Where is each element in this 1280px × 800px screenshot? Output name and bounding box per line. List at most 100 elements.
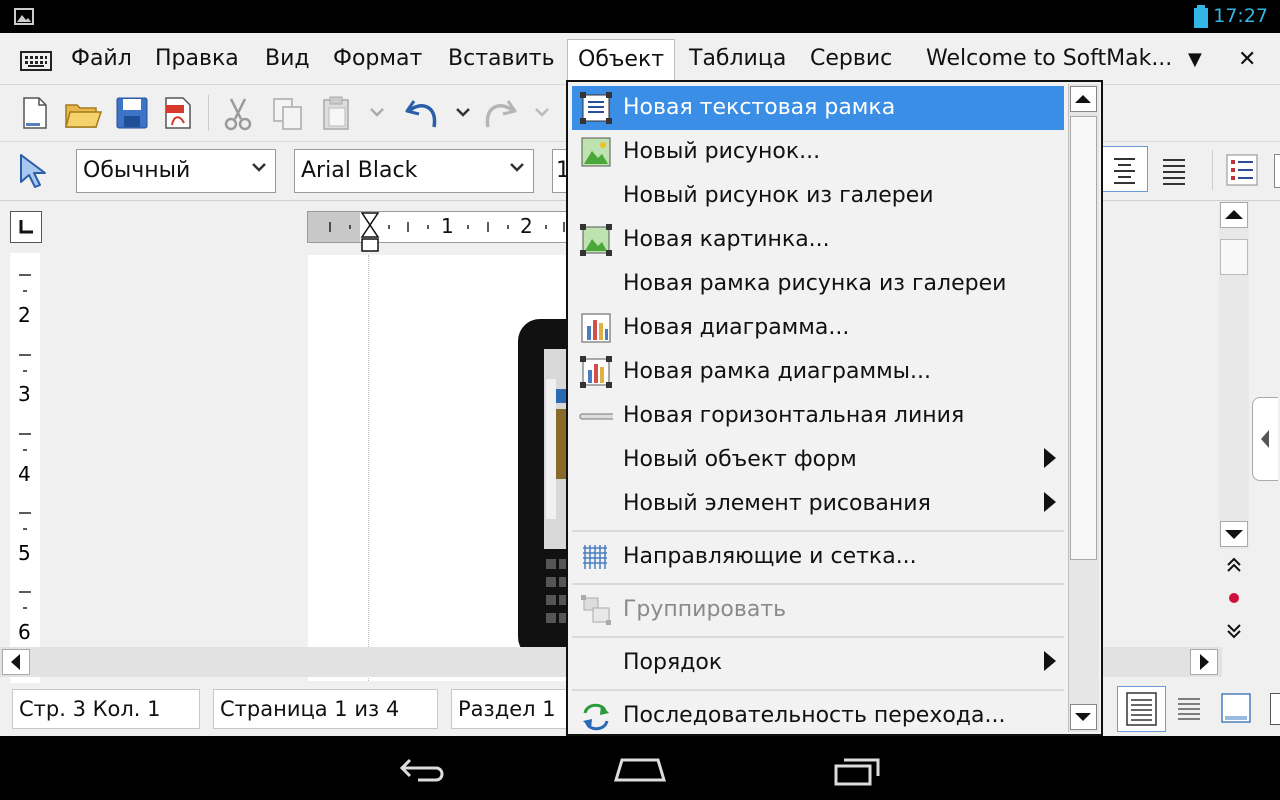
menu-item-new-chart[interactable]: Новая диаграмма... — [572, 306, 1064, 350]
next-page-icon[interactable] — [1222, 621, 1246, 641]
new-document-icon[interactable] — [22, 97, 48, 129]
ruler-label: 5 — [18, 541, 31, 565]
vertical-scrollbar[interactable] — [1219, 201, 1249, 549]
menu-object[interactable]: Объект — [567, 39, 676, 83]
selection-pointer-icon[interactable] — [18, 152, 52, 190]
menu-edit[interactable]: Правка — [155, 46, 239, 71]
section-field: Раздел 1 — [451, 689, 567, 729]
export-pdf-icon[interactable] — [164, 97, 192, 129]
text-frame-icon — [580, 92, 612, 124]
recent-apps-icon[interactable] — [832, 754, 882, 788]
menu-item-new-form-object[interactable]: Новый объект форм — [572, 438, 1064, 482]
toolbar-separator — [208, 95, 209, 131]
gallery-notification-icon — [14, 8, 34, 25]
menu-insert[interactable]: Вставить — [448, 46, 555, 71]
menu-item-label: Новый рисунок... — [623, 139, 821, 164]
menu-tools[interactable]: Сервис — [810, 46, 892, 71]
font-family-combo[interactable]: Arial Black — [294, 149, 534, 193]
grid-icon — [583, 545, 607, 569]
indent-marker-icon[interactable] — [360, 212, 380, 256]
scroll-left-button[interactable] — [2, 649, 30, 675]
previous-page-icon[interactable] — [1222, 555, 1246, 575]
menu-item-guides-and-grid[interactable]: Направляющие и сетка... — [572, 535, 1064, 579]
page-view-icon — [1126, 692, 1157, 726]
menu-item-label: Новая рамка диаграммы... — [623, 359, 932, 384]
menu-item-label: Новая картинка... — [623, 227, 830, 252]
undo-icon[interactable] — [404, 97, 440, 131]
tab-stop-selector[interactable] — [10, 211, 42, 243]
menu-bar: Файл Правка Вид Формат Вставить Объект Т… — [0, 33, 1280, 85]
menu-item-label: Новая горизонтальная линия — [623, 403, 965, 428]
vertical-ruler[interactable]: 2 3 4 5 6 — [10, 253, 40, 683]
horizontal-ruler[interactable]: 1 2 — [307, 211, 567, 252]
menu-view[interactable]: Вид — [265, 46, 310, 71]
menu-table[interactable]: Таблица — [689, 46, 786, 71]
paragraph-style-value: Обычный — [83, 158, 191, 183]
numbered-list-button[interactable] — [1274, 154, 1280, 188]
submenu-arrow-icon — [1044, 448, 1056, 468]
menu-scrollbar[interactable] — [1068, 84, 1099, 732]
menu-item-new-drawing-element[interactable]: Новый элемент рисования — [572, 482, 1064, 526]
document-page[interactable] — [308, 255, 568, 681]
chevron-down-icon — [252, 163, 266, 172]
ruler-label: 1 — [441, 214, 454, 238]
menu-item-order[interactable]: Порядок — [572, 641, 1064, 685]
outline-view-icon[interactable] — [1175, 693, 1203, 725]
cut-icon[interactable] — [221, 97, 255, 131]
menu-item-group[interactable]: Группировать — [572, 588, 1064, 632]
menu-item-new-picture-frame-from-gallery[interactable]: Новая рамка рисунка из галереи — [572, 262, 1064, 306]
redo-icon[interactable] — [482, 97, 518, 131]
redo-history-chevron-icon[interactable] — [534, 107, 550, 117]
browse-object-icon[interactable] — [1222, 587, 1246, 609]
scroll-thumb[interactable] — [1220, 239, 1248, 275]
chevron-left-icon — [1261, 430, 1269, 448]
embedded-tablet-image[interactable] — [516, 319, 568, 649]
menu-scroll-down-button[interactable] — [1070, 704, 1097, 730]
copy-icon[interactable] — [272, 97, 304, 131]
right-arrow-icon — [1200, 654, 1209, 670]
paste-icon[interactable] — [321, 95, 351, 131]
scroll-up-button[interactable] — [1220, 202, 1248, 228]
menu-file[interactable]: Файл — [71, 46, 132, 71]
sidebar-handle[interactable] — [1252, 397, 1278, 481]
scroll-right-button[interactable] — [1190, 649, 1218, 675]
menu-item-new-chart-frame[interactable]: Новая рамка диаграммы... — [572, 350, 1064, 394]
menu-item-label: Новая текстовая рамка — [623, 95, 896, 120]
submenu-arrow-icon — [1044, 651, 1056, 671]
ruler-label: 4 — [18, 462, 31, 486]
menu-item-new-image[interactable]: Новая картинка... — [572, 218, 1064, 262]
save-icon[interactable] — [116, 97, 148, 129]
align-center-button[interactable] — [1101, 146, 1148, 192]
ruler-label: 3 — [18, 382, 31, 406]
menu-item-label: Группировать — [623, 597, 787, 622]
home-icon[interactable] — [612, 754, 668, 784]
menu-scroll-up-button[interactable] — [1070, 86, 1097, 112]
open-folder-icon[interactable] — [64, 99, 102, 129]
undo-history-chevron-icon[interactable] — [455, 107, 471, 117]
font-family-value: Arial Black — [301, 158, 418, 183]
master-page-view-icon[interactable] — [1220, 692, 1252, 726]
menu-item-new-picture-from-gallery[interactable]: Новый рисунок из галереи — [572, 174, 1064, 218]
document-list-dropdown[interactable]: ▼ — [1188, 49, 1202, 70]
menu-format[interactable]: Формат — [333, 46, 422, 71]
keyboard-icon[interactable] — [20, 51, 52, 71]
paragraph-style-combo[interactable]: Обычный — [76, 149, 276, 193]
normal-view-button[interactable] — [1117, 686, 1166, 732]
menu-item-label: Последовательность перехода... — [623, 703, 1006, 728]
justify-icon[interactable] — [1161, 156, 1187, 186]
menu-item-tab-order[interactable]: Последовательность перехода... — [572, 694, 1064, 738]
bullet-list-icon[interactable] — [1226, 154, 1258, 186]
clock: 17:27 — [1213, 5, 1268, 27]
document-tab-title[interactable]: Welcome to SoftMak... — [926, 46, 1172, 71]
menu-item-new-text-frame[interactable]: Новая текстовая рамка — [572, 86, 1064, 130]
paste-options-chevron-icon[interactable] — [369, 107, 385, 117]
back-icon[interactable] — [398, 754, 450, 784]
margin-guide — [368, 255, 369, 681]
scroll-down-button[interactable] — [1220, 521, 1248, 547]
close-document-button[interactable]: ✕ — [1238, 47, 1256, 72]
menu-item-new-picture[interactable]: Новый рисунок... — [572, 130, 1064, 174]
another-view-button[interactable] — [1270, 693, 1280, 725]
menu-scroll-thumb[interactable] — [1070, 116, 1097, 560]
menu-item-new-horizontal-line[interactable]: Новая горизонтальная линия — [572, 394, 1064, 438]
menu-separator — [572, 530, 1064, 532]
